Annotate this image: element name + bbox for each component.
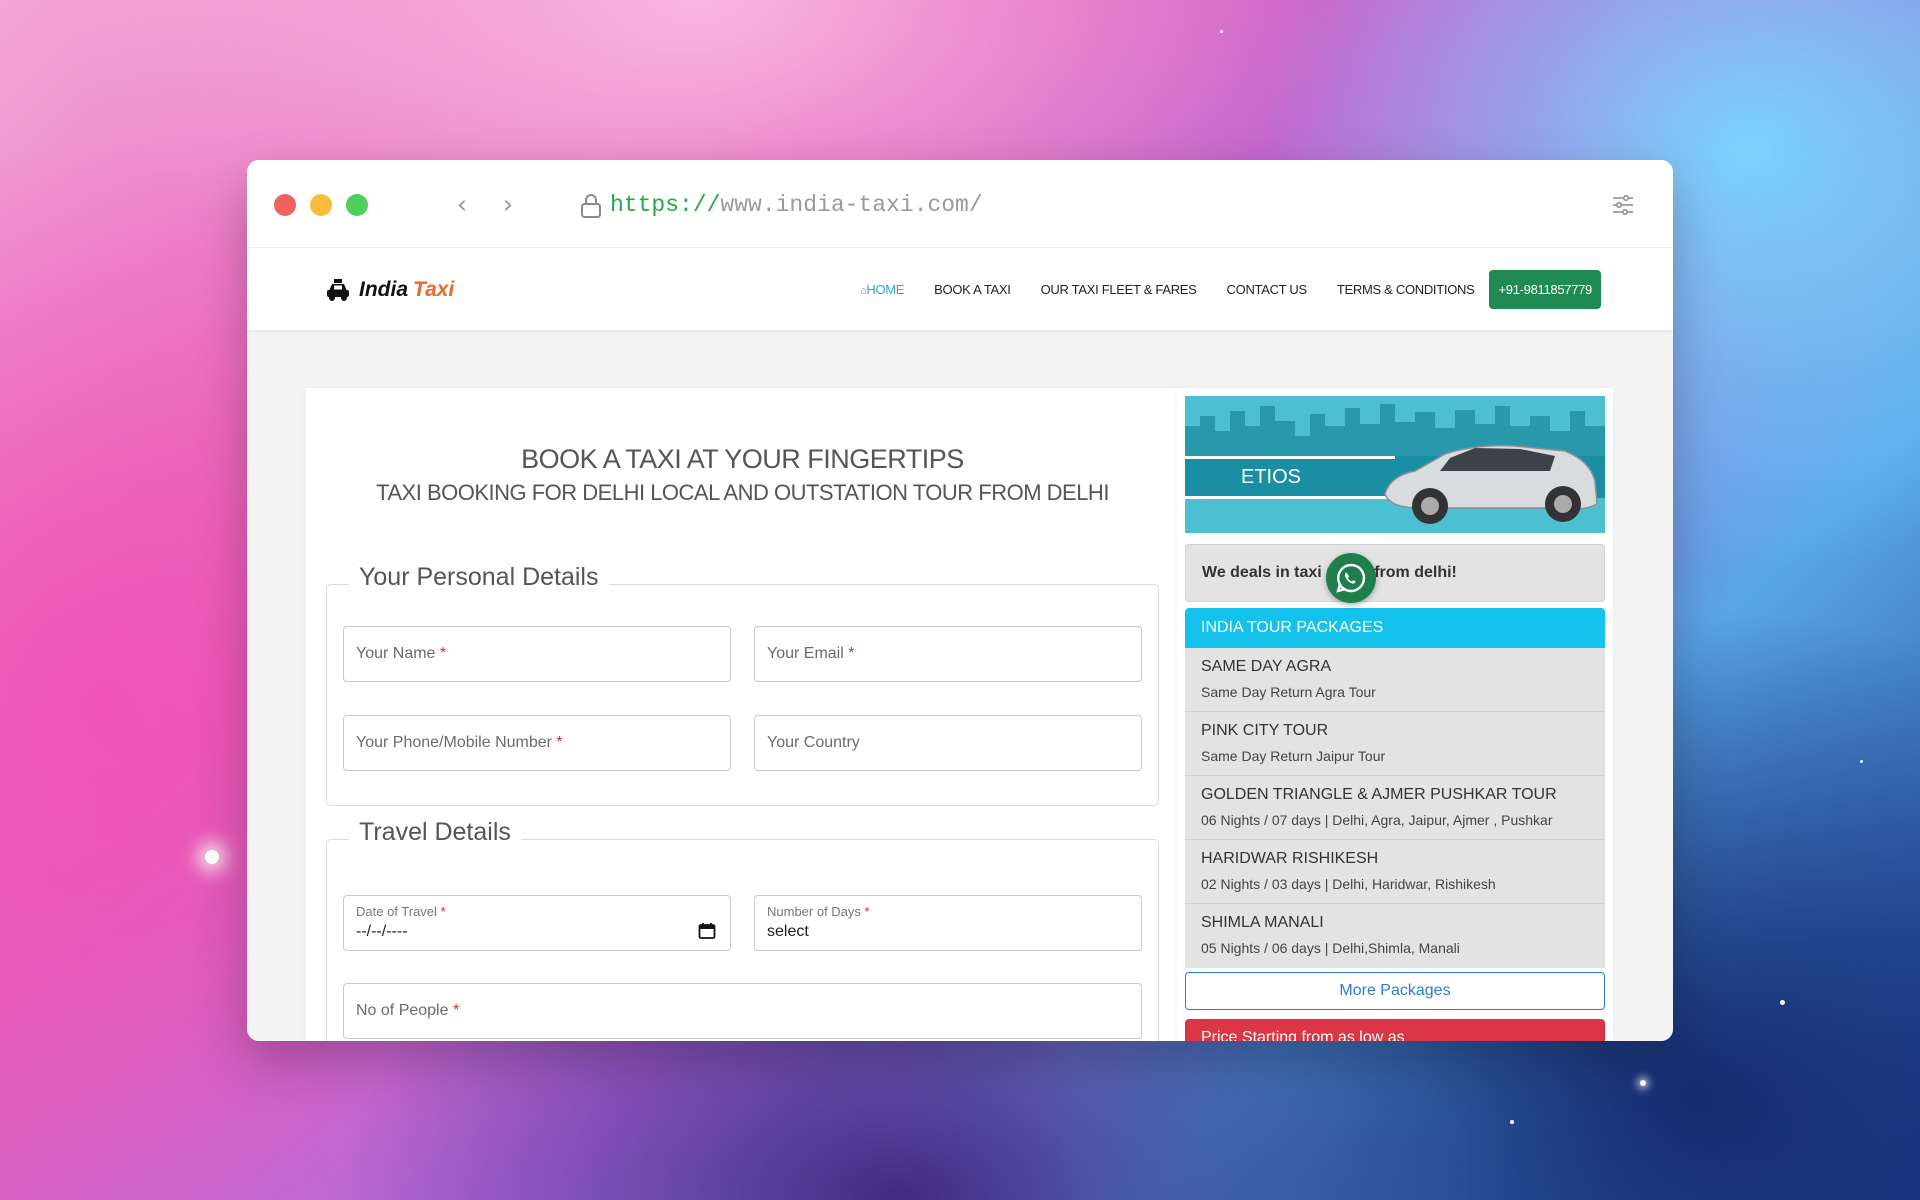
- personal-details-legend: Your Personal Details: [349, 563, 609, 592]
- no-of-people-input[interactable]: No of People *: [343, 983, 1142, 1039]
- site-logo[interactable]: India Taxi: [325, 275, 454, 305]
- form-subheading: TAXI BOOKING FOR DELHI LOCAL AND OUTSTAT…: [376, 480, 1109, 505]
- travel-details-fieldset: Travel Details Date of Travel * --/--/--…: [326, 818, 1159, 1041]
- package-item[interactable]: GOLDEN TRIANGLE & AJMER PUSHKAR TOUR 06 …: [1185, 776, 1605, 840]
- whatsapp-icon: [1336, 563, 1366, 593]
- price-banner: Price Starting from as low as: [1185, 1019, 1605, 1041]
- etios-banner[interactable]: ETIOS: [1185, 396, 1605, 533]
- background-star: [205, 850, 219, 864]
- package-subtitle: 05 Nights / 06 days | Delhi,Shimla, Mana…: [1201, 940, 1460, 956]
- browser-titlebar: ‹ › https://www.india-taxi.com/: [247, 160, 1673, 248]
- date-of-travel-value: --/--/----: [356, 923, 408, 940]
- personal-details-fieldset: Your Personal Details Your Name * Your E…: [326, 563, 1159, 806]
- back-arrow-icon[interactable]: ‹: [447, 190, 477, 220]
- nav-home-label: HOME: [866, 281, 905, 297]
- package-item[interactable]: HARIDWAR RISHIKESH 02 Nights / 03 days |…: [1185, 840, 1605, 904]
- background-star: [1510, 1120, 1514, 1124]
- browser-window: ‹ › https://www.india-taxi.com/ India Ta…: [247, 160, 1673, 1041]
- price-text: Price Starting from as low as: [1201, 1029, 1405, 1041]
- phone-placeholder: Your Phone/Mobile Number *: [356, 734, 563, 751]
- package-subtitle: 06 Nights / 07 days | Delhi, Agra, Jaipu…: [1201, 812, 1553, 828]
- etios-car-image: [1185, 396, 1605, 533]
- package-item[interactable]: SHIMLA MANALI 05 Nights / 06 days | Delh…: [1185, 904, 1605, 968]
- logo-text-taxi: Taxi: [413, 278, 455, 301]
- address-bar[interactable]: https://www.india-taxi.com/: [610, 189, 983, 221]
- background-star: [1640, 1080, 1646, 1086]
- name-placeholder: Your Name *: [356, 645, 447, 662]
- sliders-icon[interactable]: [1611, 193, 1635, 217]
- email-input[interactable]: Your Email *: [754, 626, 1142, 682]
- logo-text-india: India: [359, 278, 409, 301]
- close-window-button[interactable]: [274, 194, 296, 216]
- packages-header-text: INDIA TOUR PACKAGES: [1201, 619, 1384, 636]
- minimize-window-button[interactable]: [310, 194, 332, 216]
- url-host: www.india-taxi.com/: [720, 192, 983, 218]
- background-star: [1780, 1000, 1785, 1005]
- name-input[interactable]: Your Name *: [343, 626, 731, 682]
- nav-terms[interactable]: TERMS & CONDITIONS: [1337, 282, 1475, 297]
- main-menu: ⌂HOME BOOK A TAXI OUR TAXI FLEET & FARES…: [860, 269, 1601, 309]
- package-title: HARIDWAR RISHIKESH: [1201, 850, 1379, 867]
- site-navbar: India Taxi ⌂HOME BOOK A TAXI OUR TAXI FL…: [247, 248, 1673, 330]
- forward-arrow-icon[interactable]: ›: [493, 190, 523, 220]
- country-input[interactable]: Your Country: [754, 715, 1142, 771]
- taxi-car-icon: [327, 279, 349, 301]
- nav-book-a-taxi[interactable]: BOOK A TAXI: [934, 282, 1011, 297]
- number-of-days-value: select: [767, 923, 809, 940]
- nav-fleet-fares[interactable]: OUR TAXI FLEET & FARES: [1041, 282, 1197, 297]
- date-of-travel-label: Date of Travel *: [356, 904, 446, 919]
- phone-button[interactable]: +91-9811857779: [1489, 269, 1601, 309]
- more-packages-button[interactable]: More Packages: [1185, 972, 1605, 1010]
- banner-model-label: ETIOS: [1241, 466, 1302, 488]
- package-title: SHIMLA MANALI: [1201, 914, 1324, 931]
- maximize-window-button[interactable]: [346, 194, 368, 216]
- background-star: [1860, 760, 1863, 763]
- no-of-people-placeholder: No of People *: [356, 1002, 460, 1019]
- background-star: [1220, 30, 1223, 33]
- whatsapp-button[interactable]: [1326, 553, 1376, 603]
- package-subtitle: Same Day Return Jaipur Tour: [1201, 748, 1386, 764]
- package-title: GOLDEN TRIANGLE & AJMER PUSHKAR TOUR: [1201, 786, 1557, 803]
- email-placeholder: Your Email *: [767, 645, 855, 662]
- phone-input[interactable]: Your Phone/Mobile Number *: [343, 715, 731, 771]
- more-packages-label: More Packages: [1339, 982, 1451, 999]
- url-protocol: https://: [610, 192, 721, 218]
- package-title: PINK CITY TOUR: [1201, 722, 1329, 739]
- nav-contact-us[interactable]: CONTACT US: [1227, 282, 1308, 297]
- country-placeholder: Your Country: [767, 734, 860, 751]
- package-title: SAME DAY AGRA: [1201, 658, 1332, 675]
- calendar-icon[interactable]: [698, 922, 716, 940]
- lock-icon: [581, 194, 601, 218]
- date-of-travel-input[interactable]: Date of Travel * --/--/----: [343, 895, 731, 951]
- package-subtitle: 02 Nights / 03 days | Delhi, Haridwar, R…: [1201, 876, 1496, 892]
- number-of-days-select[interactable]: Number of Days * select: [754, 895, 1142, 951]
- sidebar-card: ETIOS We deals in taxi rental from delhi…: [1177, 388, 1613, 1041]
- package-item[interactable]: PINK CITY TOUR Same Day Return Jaipur To…: [1185, 712, 1605, 776]
- nav-home[interactable]: ⌂HOME: [860, 282, 904, 297]
- travel-details-legend: Travel Details: [349, 818, 521, 847]
- booking-form-card: BOOK A TAXI AT YOUR FINGERTIPS TAXI BOOK…: [306, 388, 1179, 1041]
- number-of-days-label: Number of Days *: [767, 904, 870, 919]
- deal-notice: We deals in taxi rental from delhi!: [1185, 544, 1605, 602]
- packages-header: INDIA TOUR PACKAGES: [1185, 608, 1605, 648]
- package-item[interactable]: SAME DAY AGRA Same Day Return Agra Tour: [1185, 648, 1605, 712]
- package-subtitle: Same Day Return Agra Tour: [1201, 684, 1376, 700]
- page-content: BOOK A TAXI AT YOUR FINGERTIPS TAXI BOOK…: [247, 329, 1673, 1041]
- form-heading: BOOK A TAXI AT YOUR FINGERTIPS: [521, 444, 964, 474]
